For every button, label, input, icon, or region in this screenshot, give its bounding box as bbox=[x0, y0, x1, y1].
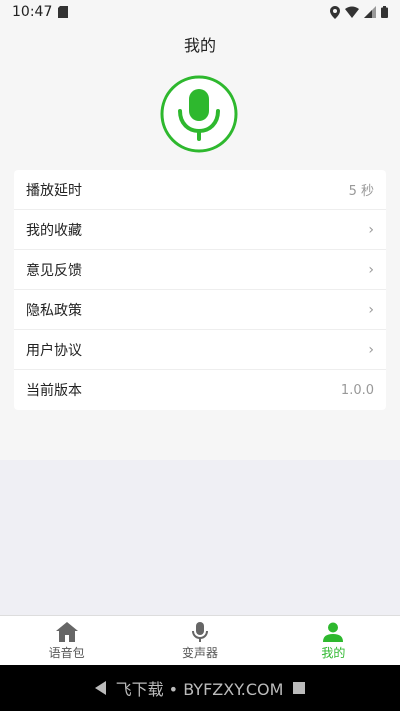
setting-label: 我的收藏 bbox=[26, 222, 82, 239]
bottom-tab-bar: 语音包 变声器 我的 bbox=[0, 615, 400, 666]
setting-row-feedback[interactable]: 意见反馈 › bbox=[14, 250, 386, 290]
tab-label: 变声器 bbox=[181, 645, 218, 660]
microphone-logo-icon bbox=[160, 75, 238, 153]
sd-card-icon bbox=[58, 6, 69, 18]
chevron-right-icon: › bbox=[368, 261, 374, 278]
setting-label: 播放延时 bbox=[26, 182, 82, 199]
wifi-icon bbox=[345, 6, 359, 18]
settings-list: 播放延时 5 秒 我的收藏 › 意见反馈 › 隐私政策 › 用户协议 › 当前版… bbox=[14, 170, 386, 410]
signal-icon bbox=[364, 6, 376, 18]
chevron-right-icon: › bbox=[368, 301, 374, 318]
tab-voice-changer[interactable]: 变声器 bbox=[133, 616, 266, 666]
status-right bbox=[330, 5, 388, 19]
setting-row-user-agreement[interactable]: 用户协议 › bbox=[14, 330, 386, 370]
tab-label: 我的 bbox=[321, 645, 346, 660]
status-time: 10:47 bbox=[12, 4, 53, 20]
setting-label: 用户协议 bbox=[26, 342, 82, 359]
chevron-right-icon: › bbox=[368, 221, 374, 238]
setting-row-favorites[interactable]: 我的收藏 › bbox=[14, 210, 386, 250]
location-icon bbox=[330, 5, 340, 19]
status-bar: 10:47 bbox=[0, 0, 400, 24]
person-icon bbox=[323, 622, 344, 642]
back-icon[interactable] bbox=[94, 681, 106, 695]
microphone-icon bbox=[191, 621, 208, 642]
page-title: 我的 bbox=[183, 36, 216, 55]
setting-row-version: 当前版本 1.0.0 bbox=[14, 370, 386, 410]
setting-row-privacy-policy[interactable]: 隐私政策 › bbox=[14, 290, 386, 330]
setting-value: 5 秒 bbox=[348, 184, 374, 199]
battery-icon bbox=[381, 6, 388, 18]
setting-label: 隐私政策 bbox=[26, 302, 82, 319]
home-icon bbox=[55, 621, 78, 642]
setting-label: 意见反馈 bbox=[26, 262, 82, 279]
status-left: 10:47 bbox=[12, 4, 69, 20]
tab-label: 语音包 bbox=[48, 645, 85, 660]
system-navigation-bar: 飞下载 • BYFZXY.COM bbox=[0, 665, 400, 711]
watermark-text: 飞下载 • BYFZXY.COM bbox=[115, 680, 284, 699]
setting-label: 当前版本 bbox=[26, 383, 82, 399]
chevron-right-icon: › bbox=[368, 341, 374, 358]
setting-value: 1.0.0 bbox=[340, 382, 374, 398]
tab-mine[interactable]: 我的 bbox=[267, 616, 400, 666]
recent-apps-icon[interactable] bbox=[293, 682, 306, 694]
tab-voice-packs[interactable]: 语音包 bbox=[0, 616, 133, 666]
setting-row-playback-delay[interactable]: 播放延时 5 秒 bbox=[14, 170, 386, 210]
